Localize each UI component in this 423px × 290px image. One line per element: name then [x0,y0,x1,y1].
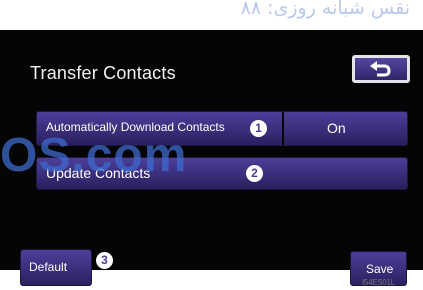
return-arrow-icon [370,61,391,77]
download-contacts-value: On [327,120,346,136]
top-watermark: نقس شبانه روزی: ۸۸ [240,0,410,19]
callout-marker-3: 3 [96,252,113,269]
page-title: Transfer Contacts [30,63,176,83]
back-button[interactable] [352,55,410,83]
default-button[interactable]: Default [20,249,92,286]
save-button-label: Save [366,262,394,276]
website-watermark: OS.com [0,129,188,182]
figure-code: I54ES01L [362,278,395,287]
default-button-label: Default [29,260,68,274]
